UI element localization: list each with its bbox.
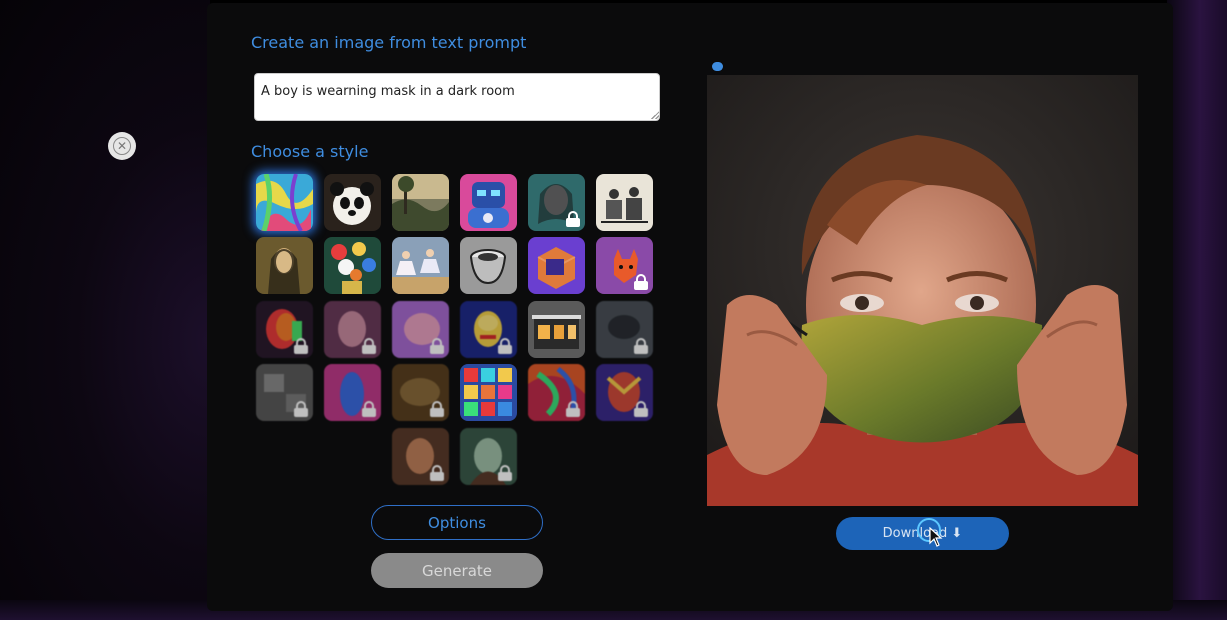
style-tile-renaissance[interactable] [256,237,313,294]
lock-icon [498,465,512,481]
page-title: Create an image from text prompt [251,33,527,52]
lock-icon [294,401,308,417]
style-tile-blue-figure[interactable] [324,364,381,421]
lock-icon [430,338,444,354]
lock-icon [294,338,308,354]
prompt-input[interactable] [254,73,660,121]
style-tile-cubist[interactable] [596,364,653,421]
lock-icon [430,465,444,481]
style-tile-fox[interactable] [596,237,653,294]
lock-icon [634,338,648,354]
style-tile-flowers[interactable] [324,237,381,294]
lock-icon [362,401,376,417]
generated-image [707,75,1138,506]
style-tile-panda[interactable] [324,174,381,231]
generate-button[interactable]: Generate [371,553,543,588]
style-tile-dark-sculpture[interactable] [596,301,653,358]
resize-handle-icon[interactable] [651,111,659,119]
style-tile-green-figure[interactable] [460,428,517,485]
style-tile-colorful-swirl[interactable] [528,364,585,421]
style-tile-robot[interactable] [460,174,517,231]
lock-icon [566,401,580,417]
style-tile-ballet[interactable] [392,237,449,294]
style-tile-tiles[interactable] [460,364,517,421]
style-tile-isometric[interactable] [528,237,585,294]
lock-icon [430,401,444,417]
lock-icon [634,274,648,290]
progress-indicator [712,62,723,71]
style-tile-neon-face[interactable] [256,301,313,358]
style-tile-engraving[interactable] [460,237,517,294]
lock-icon [362,338,376,354]
background-right [1167,0,1227,620]
style-tile-sketch[interactable] [596,174,653,231]
style-tile-grayscale[interactable] [256,364,313,421]
style-tile-pop-art[interactable] [460,301,517,358]
close-button[interactable]: ✕ [108,132,136,160]
style-tile-abstract[interactable] [256,174,313,231]
style-section-title: Choose a style [251,142,369,161]
close-circle-icon: ✕ [113,137,131,155]
style-tile-brown-abstract[interactable] [392,364,449,421]
style-tile-pink-portrait[interactable] [324,301,381,358]
lock-icon [498,338,512,354]
style-tile-pastel[interactable] [392,301,449,358]
style-tile-architecture[interactable] [528,301,585,358]
style-tile-portrait-teal[interactable] [528,174,585,231]
generator-panel: Create an image from text prompt Choose … [207,3,1173,611]
lock-icon [634,401,648,417]
mouse-pointer-icon [929,527,943,547]
style-tile-surreal-face[interactable] [392,428,449,485]
lock-icon [566,211,580,227]
background-left [0,0,210,620]
style-tile-landscape[interactable] [392,174,449,231]
options-button[interactable]: Options [371,505,543,540]
style-grid [256,174,656,494]
